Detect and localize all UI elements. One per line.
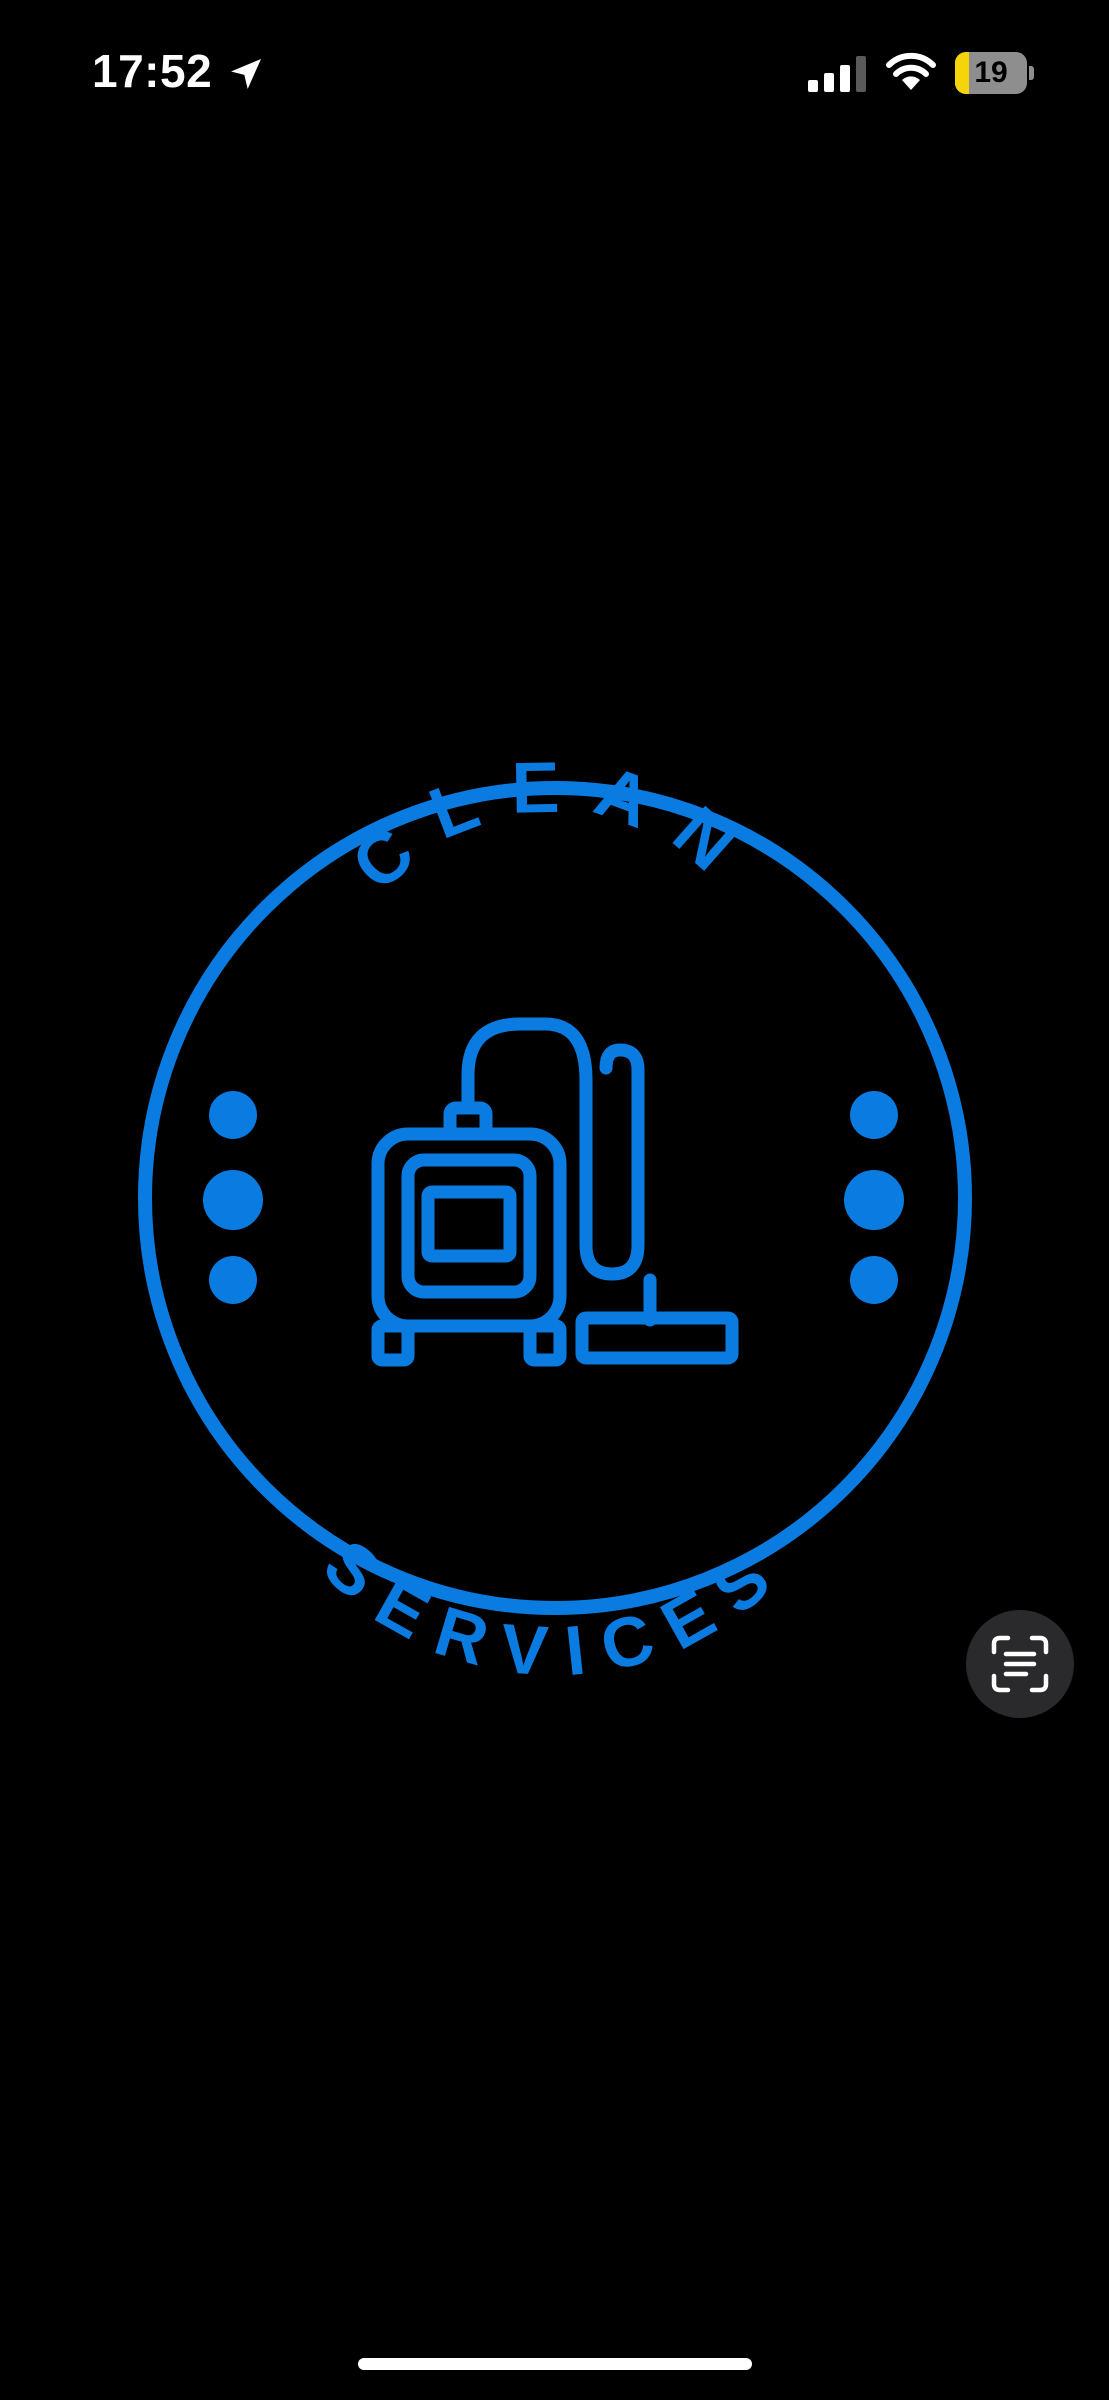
home-indicator[interactable] (358, 2358, 752, 2370)
logo-dots-left (203, 1091, 263, 1304)
wifi-icon (886, 52, 936, 90)
logo-dots-right (844, 1091, 904, 1304)
battery-level: 19 (974, 56, 1008, 89)
battery-tip (1029, 66, 1034, 80)
status-bar: 17:52 19 (0, 0, 1109, 150)
clean-services-logo: CLEAN SERVICES (138, 747, 972, 1692)
location-arrow-icon (231, 59, 261, 89)
battery-icon: 19 (955, 52, 1035, 94)
photo-viewer[interactable]: CLEAN SERVICES (0, 150, 1109, 2250)
battery-body: 19 (955, 52, 1027, 94)
logo-top-text: CLEAN (337, 747, 772, 906)
status-time: 17:52 (92, 45, 213, 97)
live-text-button[interactable] (966, 1610, 1074, 1718)
vacuum-cleaner-icon (371, 1017, 739, 1367)
live-text-scan-icon (991, 1635, 1049, 1693)
cellular-signal-icon (808, 56, 866, 92)
